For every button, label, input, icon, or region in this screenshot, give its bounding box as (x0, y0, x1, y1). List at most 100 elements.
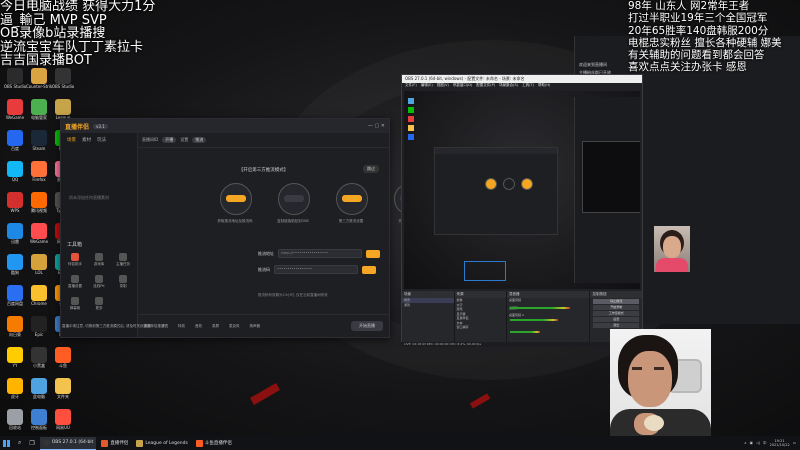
desktop-icon[interactable]: Chrome (28, 285, 50, 306)
obs-menu-item[interactable]: 编辑(E) (421, 83, 433, 89)
volume-icon[interactable]: ◁) (756, 441, 760, 445)
desktop-icon[interactable]: 回收站 (4, 409, 26, 431)
desktop-icon-label: OBS Studio (51, 84, 75, 89)
companion-icon (101, 439, 109, 447)
obs-menu-item[interactable]: 工具(T) (522, 83, 534, 89)
copy-key-button[interactable] (362, 265, 376, 274)
desktop-icon[interactable]: 迅雷 (4, 223, 26, 245)
stream-companion-window[interactable]: 直播伴侣 v3.1 — ▢ ✕ 场景 素材 玩法 尚未添加任何直播素材 工具箱 … (60, 118, 426, 338)
desktop-icon[interactable]: LOL (28, 254, 50, 275)
desktop-icon[interactable]: 酷狗 (4, 254, 26, 276)
start-button[interactable] (0, 437, 13, 449)
desktop-icon[interactable]: League (52, 99, 74, 120)
desktop-icon[interactable]: 小黑盒 (28, 347, 50, 369)
toolbar-item[interactable]: 推流 (192, 137, 207, 143)
source-item[interactable]: 窗口捕获 (455, 325, 507, 330)
settings-button[interactable]: 设置 (593, 317, 639, 322)
exit-button[interactable]: 退出 (593, 323, 639, 328)
tool-item[interactable]: 游戏库 (89, 253, 109, 267)
desktop-icon[interactable]: 腾讯视频 (28, 192, 50, 214)
toolbar-item[interactable]: 直播间ID (142, 137, 158, 143)
app-icon (7, 68, 23, 84)
desktop-icon-label: 电脑管家 (31, 115, 47, 120)
go-live-button[interactable]: 开始直播 (351, 321, 383, 331)
obs-menu-item[interactable]: 文件(F) (405, 83, 417, 89)
desktop-icon[interactable]: WeGame (4, 99, 26, 120)
taskbar-item-douyu[interactable]: 斗鱼直播伴侣 (193, 437, 235, 449)
push-key-input[interactable]: ••••••••••••••••• (274, 265, 358, 274)
side-tab-material[interactable]: 素材 (82, 137, 91, 143)
desktop-icon[interactable]: 百度网盘 (4, 285, 26, 307)
tool-item[interactable]: 录制 (113, 275, 133, 289)
main-toolbar: 直播间ID 开播 设置 推流 (138, 133, 389, 148)
start-recording-button[interactable]: 开始录制 (593, 305, 639, 310)
controls-dock-title: 控制按钮 (590, 291, 642, 298)
desktop-icon[interactable]: Counter-Strike (26, 68, 52, 89)
app-sidebar: 场景 素材 玩法 尚未添加任何直播素材 工具箱 伴侣助手 游戏库 主播任务 直播… (61, 133, 138, 337)
tray-up-arrow-icon[interactable]: ∧ (744, 441, 747, 445)
toolbar-item[interactable]: 设置 (180, 137, 188, 143)
bottom-tool[interactable]: 特效 (178, 324, 185, 329)
tool-item[interactable]: 主播任务 (113, 253, 133, 267)
tool-item[interactable]: 连线PK (89, 275, 109, 289)
studio-mode-button[interactable]: 工作室模式 (593, 311, 639, 316)
desktop-icon[interactable]: WeGame (28, 223, 50, 244)
desktop-icon[interactable]: 电脑管家 (28, 99, 50, 121)
tool-item[interactable]: 更多 (89, 297, 109, 311)
side-tab-play[interactable]: 玩法 (97, 137, 106, 143)
desktop-icon[interactable]: 向日葵 (4, 316, 26, 338)
tool-item[interactable]: 伴侣助手 (65, 253, 85, 267)
wallpaper-red-mark (250, 383, 280, 405)
desktop-icon[interactable]: 此电脑 (28, 378, 50, 400)
desktop-icon[interactable]: OBS Studio (52, 68, 74, 89)
network-icon[interactable]: ▣ (750, 441, 753, 445)
search-icon[interactable]: ⌕ (15, 437, 24, 449)
side-tab-scene[interactable]: 场景 (67, 137, 76, 143)
toolbar-item[interactable]: 开播 (162, 137, 177, 143)
obs-menu-item[interactable]: 帮助(H) (538, 83, 550, 89)
taskbar-item-obs[interactable]: OBS 27.0.1 (64-bit (39, 436, 97, 450)
desktop-icon[interactable]: 虎牙 (4, 378, 26, 400)
desktop-icon-label: 迅雷 (11, 239, 19, 244)
task-view-icon[interactable]: ❐ (26, 437, 37, 449)
tool-item[interactable]: 弹幕姬 (65, 297, 85, 311)
bottom-tool[interactable]: 扬声器 (250, 324, 261, 329)
obs-window[interactable]: OBS 27.0.1 (64-bit, windows) - 配置文件: 未命名… (401, 74, 643, 344)
desktop-icon[interactable]: Epic (28, 316, 50, 337)
desktop-icon[interactable]: 百度 (4, 130, 26, 152)
obs-menu-item[interactable]: 配置文件(P) (476, 83, 495, 89)
desktop-icon[interactable]: QQ (4, 161, 26, 182)
obs-menu-item[interactable]: 视图(V) (437, 83, 449, 89)
desktop-icon-label: 向日葵 (9, 332, 21, 337)
overlay-right-text: 98年 山东人 网2常年王者 打过半职业19年三个全国冠军 20年65胜率140… (628, 0, 782, 74)
desktop-icon[interactable]: Firefox (28, 161, 50, 182)
desktop-icon[interactable]: Steam (28, 130, 50, 151)
notification-icon[interactable]: ▭ (793, 441, 796, 445)
bottom-tool[interactable]: 录屏 (212, 324, 219, 329)
skip-button[interactable]: 跳过 (363, 165, 379, 173)
window-controls-icon[interactable]: — ▢ ✕ (368, 123, 385, 129)
step-label: 第三方推流设置 (338, 219, 364, 223)
scenes-dock: 场景 场景 游戏 (402, 291, 454, 343)
desktop-icon[interactable]: YY (4, 347, 26, 368)
sources-dock-title: 来源 (454, 291, 507, 298)
bottom-tool[interactable]: 麦克风 (229, 324, 240, 329)
clock[interactable]: 19:21 2021/10/22 (770, 439, 790, 447)
taskbar-item-companion[interactable]: 直播伴侣 (98, 437, 131, 449)
obs-menu-item[interactable]: 场景集合(S) (499, 83, 518, 89)
stop-stream-button[interactable]: 停止推流 (593, 299, 639, 304)
obs-menu-item[interactable]: 停靠窗口(D) (453, 83, 472, 89)
desktop-icon-label: WPS (10, 208, 20, 213)
desktop-icon[interactable]: 控制面板 (28, 409, 50, 431)
desktop-icon[interactable]: OBS Studio (4, 68, 26, 89)
tool-item[interactable]: 直播设置 (65, 275, 85, 289)
ime-icon[interactable]: 中 (763, 441, 767, 446)
push-url-input[interactable]: rtmp://••••••••••••••••• (278, 249, 362, 258)
taskbar-item-league[interactable]: League of Legends (133, 437, 191, 449)
scene-item[interactable]: 游戏 (402, 303, 454, 308)
desktop-icon[interactable]: WPS (4, 192, 26, 213)
copy-url-button[interactable] (366, 249, 380, 258)
obs-preview[interactable] (404, 91, 640, 289)
obs-docks: 场景 场景 游戏 来源 摄像 文字 游戏 显示器 直播伴侣 文本 窗口捕获 混音… (402, 291, 642, 343)
bottom-tool[interactable]: 音效 (195, 324, 202, 329)
